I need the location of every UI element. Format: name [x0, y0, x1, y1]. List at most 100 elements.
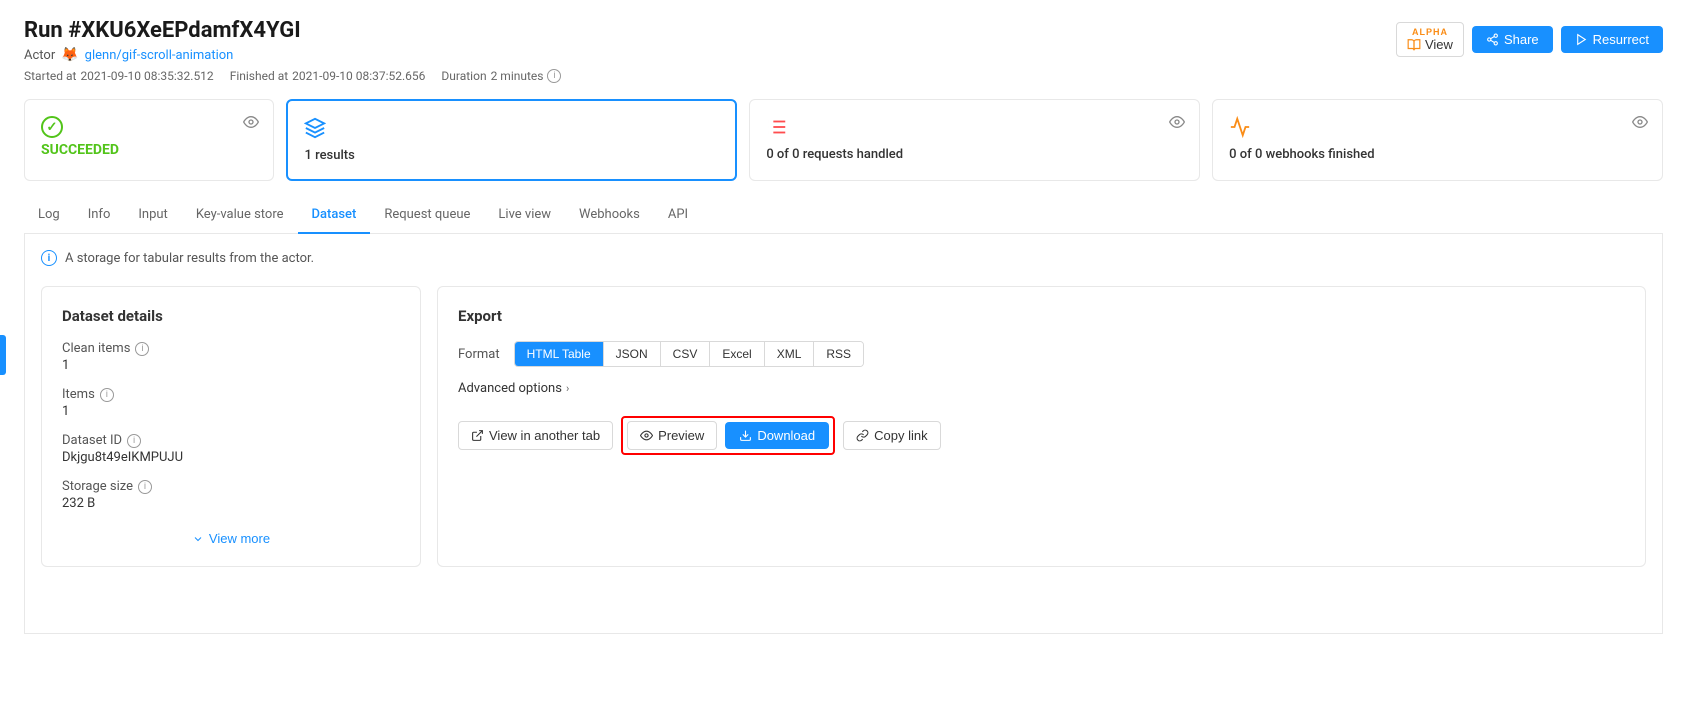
started-value: 2021-09-10 08:35:32.512	[80, 69, 213, 83]
eye-icon-requests[interactable]	[1169, 114, 1185, 134]
view-label: View	[1425, 37, 1453, 52]
started-meta: Started at 2021-09-10 08:35:32.512	[24, 69, 214, 83]
dataset-id-value: Dkjgu8t49eIKMPUJU	[62, 450, 400, 465]
items-value: 1	[62, 404, 400, 419]
eye-icon-status[interactable]	[243, 114, 259, 134]
tab-input[interactable]: Input	[124, 197, 181, 234]
format-excel[interactable]: Excel	[710, 342, 764, 366]
eye-icon-webhooks[interactable]	[1632, 114, 1648, 134]
dataset-id-label: Dataset ID i	[62, 433, 400, 448]
cards-row: ✓ SUCCEEDED 1 results 0 of 0 requests ha…	[24, 99, 1663, 181]
results-label: 1 results	[304, 148, 719, 163]
preview-label: Preview	[658, 428, 704, 443]
play-icon	[1575, 33, 1588, 46]
tab-info[interactable]: Info	[74, 197, 125, 234]
clean-items-row: Clean items i 1	[62, 341, 400, 373]
clean-items-label: Clean items i	[62, 341, 400, 356]
view-button[interactable]: ALPHA View	[1396, 22, 1464, 57]
copy-link-button[interactable]: Copy link	[843, 421, 940, 450]
alpha-badge: ALPHA	[1412, 27, 1448, 37]
export-title: Export	[458, 307, 1625, 325]
dataset-id-row: Dataset ID i Dkjgu8t49eIKMPUJU	[62, 433, 400, 465]
actor-link[interactable]: glenn/gif-scroll-animation	[85, 48, 234, 63]
actor-line: Actor 🦊 glenn/gif-scroll-animation	[24, 47, 561, 63]
resurrect-button[interactable]: Resurrect	[1561, 26, 1663, 53]
finished-label: Finished at	[230, 69, 288, 83]
two-col-layout: Dataset details Clean items i 1 Items i …	[41, 286, 1646, 567]
eye-preview-icon	[640, 429, 653, 442]
link-icon	[856, 429, 869, 442]
view-in-another-tab-button[interactable]: View in another tab	[458, 421, 613, 450]
duration-info-icon[interactable]: i	[547, 69, 561, 83]
format-label: Format	[458, 347, 500, 362]
requests-card: 0 of 0 requests handled	[749, 99, 1200, 181]
resurrect-label: Resurrect	[1593, 32, 1649, 47]
download-button[interactable]: Download	[725, 422, 829, 449]
share-label: Share	[1504, 32, 1539, 47]
tabs-bar: Log Info Input Key-value store Dataset R…	[24, 197, 1663, 234]
page-wrapper: Run #XKU6XeEPdamfX4YGI Actor 🦊 glenn/gif…	[0, 0, 1687, 709]
tab-live-view[interactable]: Live view	[484, 197, 565, 234]
meta-line: Started at 2021-09-10 08:35:32.512 Finis…	[24, 69, 561, 83]
format-rss[interactable]: RSS	[814, 342, 863, 366]
format-csv[interactable]: CSV	[661, 342, 711, 366]
tab-dataset[interactable]: Dataset	[298, 197, 371, 234]
actor-label: Actor	[24, 48, 55, 63]
items-info-icon[interactable]: i	[100, 388, 114, 402]
format-xml[interactable]: XML	[765, 342, 815, 366]
storage-size-value: 232 B	[62, 496, 400, 511]
info-text: A storage for tabular results from the a…	[65, 251, 314, 266]
pulse-icon	[1229, 116, 1646, 143]
format-html-table[interactable]: HTML Table	[515, 342, 604, 366]
dataset-id-info-icon[interactable]: i	[127, 434, 141, 448]
share-icon	[1486, 33, 1499, 46]
info-banner: i A storage for tabular results from the…	[41, 250, 1646, 266]
export-card: Export Format HTML Table JSON CSV Excel …	[437, 286, 1646, 567]
page-header: Run #XKU6XeEPdamfX4YGI Actor 🦊 glenn/gif…	[24, 18, 1663, 83]
status-card: ✓ SUCCEEDED	[24, 99, 274, 181]
preview-button[interactable]: Preview	[627, 421, 717, 450]
tab-request-queue[interactable]: Request queue	[370, 197, 484, 234]
copy-label: Copy link	[874, 428, 927, 443]
duration-meta: Duration 2 minutes i	[441, 69, 561, 83]
share-button[interactable]: Share	[1472, 26, 1553, 53]
dataset-details-card: Dataset details Clean items i 1 Items i …	[41, 286, 421, 567]
advanced-options[interactable]: Advanced options ›	[458, 381, 1625, 396]
chevron-down-icon	[192, 533, 204, 545]
duration-value: 2 minutes	[491, 69, 544, 83]
tab-log[interactable]: Log	[24, 197, 74, 234]
storage-size-label: Storage size i	[62, 479, 400, 494]
action-buttons: View in another tab Preview Download	[458, 416, 1625, 455]
tab-webhooks[interactable]: Webhooks	[565, 197, 654, 234]
layers-icon	[304, 117, 719, 144]
started-label: Started at	[24, 69, 76, 83]
advanced-options-label: Advanced options	[458, 381, 562, 396]
storage-size-info-icon[interactable]: i	[138, 480, 152, 494]
list-icon	[766, 116, 1183, 143]
results-card: 1 results	[286, 99, 737, 181]
clean-items-info-icon[interactable]: i	[135, 342, 149, 356]
details-title: Dataset details	[62, 307, 400, 325]
storage-size-row: Storage size i 232 B	[62, 479, 400, 511]
clean-items-value: 1	[62, 358, 400, 373]
book-icon	[1407, 38, 1421, 52]
webhooks-label: 0 of 0 webhooks finished	[1229, 147, 1646, 162]
tab-api[interactable]: API	[654, 197, 702, 234]
webhooks-card: 0 of 0 webhooks finished	[1212, 99, 1663, 181]
left-accent	[0, 335, 6, 375]
header-buttons: ALPHA View Share Resurrect	[1396, 22, 1663, 57]
tab-key-value-store[interactable]: Key-value store	[182, 197, 298, 234]
download-label: Download	[757, 428, 815, 443]
check-circle-icon: ✓	[41, 116, 63, 138]
format-json[interactable]: JSON	[604, 342, 661, 366]
view-text: View	[1407, 37, 1453, 52]
items-label: Items i	[62, 387, 400, 402]
format-buttons: HTML Table JSON CSV Excel XML RSS	[514, 341, 864, 367]
view-more-button[interactable]: View more	[62, 531, 400, 546]
finished-value: 2021-09-10 08:37:52.656	[292, 69, 425, 83]
download-icon	[739, 429, 752, 442]
view-tab-label: View in another tab	[489, 428, 600, 443]
status-label: SUCCEEDED	[41, 142, 257, 158]
actor-emoji-icon: 🦊	[61, 47, 78, 63]
requests-label: 0 of 0 requests handled	[766, 147, 1183, 162]
